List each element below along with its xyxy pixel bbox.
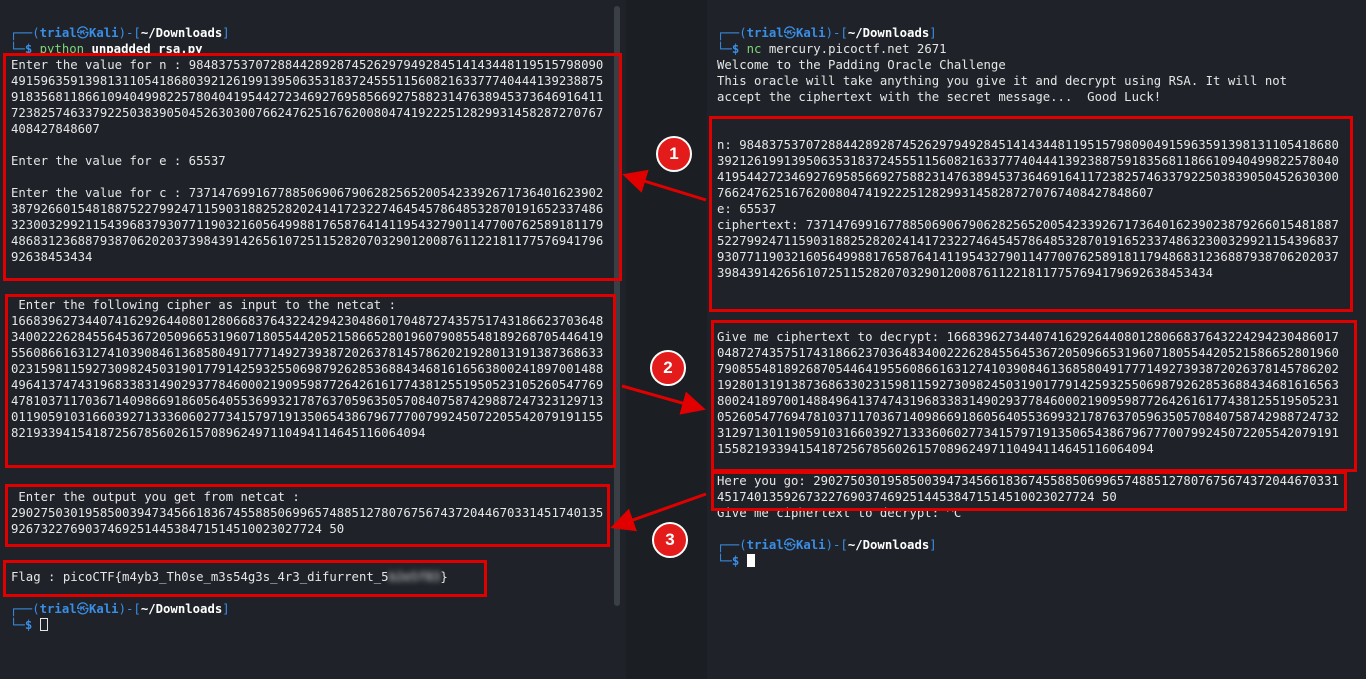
arrow-1 (622, 169, 707, 202)
annotation-arrows (610, 169, 707, 532)
step-badge-3: 3 (652, 522, 688, 558)
arrow-2 (621, 384, 706, 415)
step-badge-2: 2 (650, 350, 686, 386)
step-badge-1: 1 (656, 136, 692, 172)
arrow-3 (610, 492, 707, 532)
